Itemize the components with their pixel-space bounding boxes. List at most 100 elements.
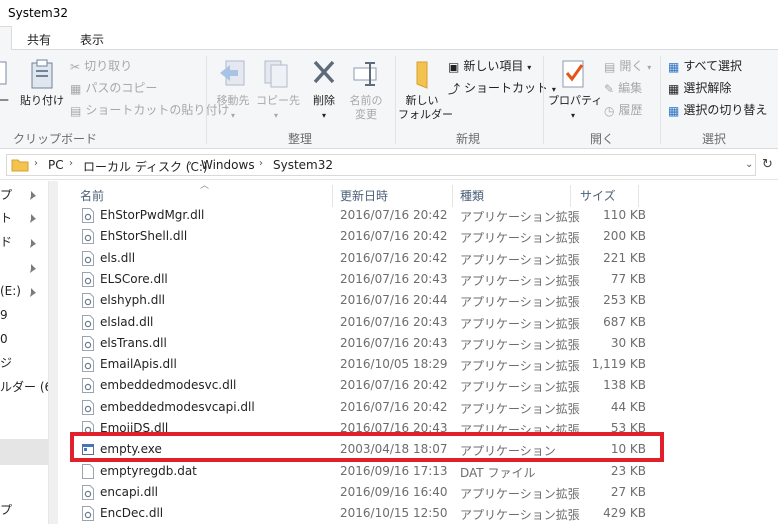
- copy-to-button[interactable]: コピー先 ▾: [256, 58, 300, 123]
- file-name: emptyregdb.dat: [100, 463, 197, 478]
- file-size: 221 KB: [603, 250, 646, 265]
- history-button[interactable]: ◷ 履歴: [604, 100, 643, 120]
- scissors-icon: ✂: [70, 59, 81, 74]
- file-row[interactable]: elslad.dll 2016/07/16 20:43 アプリケーション拡張 687 …: [58, 312, 778, 333]
- file-name: elshyph.dll: [100, 293, 165, 308]
- rename-icon: [353, 62, 377, 86]
- file-row[interactable]: EmailApis.dll 2016/10/05 18:29 アプリケーション拡張 1…: [58, 354, 778, 375]
- tab-home-stub[interactable]: [0, 26, 12, 51]
- file-list: ︿ 名前 更新日時 種類 サイズ EhStorPwdMgr.dll 2016/07…: [58, 181, 778, 524]
- refresh-icon[interactable]: ↻: [762, 157, 773, 172]
- file-row[interactable]: EhStorPwdMgr.dll 2016/07/16 20:42 アプリケーション…: [58, 205, 778, 226]
- pin-icon[interactable]: [28, 287, 38, 297]
- file-type: アプリケーション拡張: [460, 401, 580, 416]
- paste-icon: [31, 59, 53, 89]
- invert-selection-button[interactable]: ▦ 選択の切り替え: [668, 100, 767, 120]
- nav-item[interactable]: ルダー (6): [0, 376, 48, 398]
- column-divider[interactable]: [452, 185, 453, 207]
- pin-icon[interactable]: [28, 238, 38, 248]
- column-header-size[interactable]: サイズ: [580, 187, 616, 204]
- file-row[interactable]: embeddedmodesvc.dll 2016/07/16 20:42 アプリケー…: [58, 375, 778, 396]
- address-field[interactable]: › PC › ローカル ディスク (C:) › Windows › System…: [6, 154, 756, 176]
- breadcrumb-windows[interactable]: Windows: [201, 158, 255, 172]
- chevron-down-icon[interactable]: ⌄: [745, 159, 753, 170]
- column-divider[interactable]: [570, 185, 571, 207]
- select-all-button[interactable]: ▦ すべて選択: [668, 56, 742, 76]
- file-row[interactable]: elshyph.dll 2016/07/16 20:44 アプリケーション拡張 253…: [58, 290, 778, 311]
- file-size: 138 KB: [603, 378, 646, 393]
- file-row[interactable]: ELSCore.dll 2016/07/16 20:43 アプリケーション拡張 77 …: [58, 269, 778, 290]
- copy-to-icon: [264, 60, 288, 88]
- column-divider[interactable]: [638, 185, 639, 207]
- select-none-button[interactable]: ▦ 選択解除: [668, 78, 731, 98]
- file-size: 429 KB: [603, 506, 646, 521]
- file-type: アプリケーション拡張: [460, 295, 580, 310]
- nav-item-selected[interactable]: [0, 439, 48, 465]
- file-size: 30 KB: [610, 335, 646, 350]
- copy-path-button[interactable]: ▦ パスのコピー: [70, 78, 157, 98]
- file-type: アプリケーション拡張: [460, 252, 580, 267]
- tab-view[interactable]: 表示: [80, 31, 104, 48]
- file-type: アプリケーション拡張: [460, 508, 580, 523]
- nav-item[interactable]: ト: [0, 207, 12, 229]
- shortcut-button[interactable]: ⤴ ショートカット ▾: [448, 78, 556, 98]
- nav-scrollbar[interactable]: [48, 181, 58, 524]
- dll-file-icon: [82, 506, 94, 522]
- pin-icon[interactable]: [28, 190, 38, 200]
- open-icon: ▤: [604, 59, 616, 74]
- folder-icon: [416, 61, 428, 89]
- nav-item[interactable]: 9: [0, 304, 8, 326]
- file-type: アプリケーション拡張: [460, 380, 580, 395]
- rename-button[interactable]: 名前の 変更: [346, 58, 386, 122]
- paste-button[interactable]: 貼り付け: [20, 58, 64, 108]
- edit-button[interactable]: ✎ 編集: [604, 78, 642, 98]
- properties-button[interactable]: プロパティ ▾: [548, 58, 602, 123]
- breadcrumb-separator-icon: ›: [188, 158, 192, 169]
- file-row[interactable]: encapi.dll 2016/09/16 16:40 アプリケーション拡張 27 K…: [58, 482, 778, 503]
- cut-button[interactable]: ✂ 切り取り: [70, 56, 132, 76]
- file-date: 2016/10/05 18:29: [340, 357, 448, 372]
- nav-item[interactable]: プ: [0, 184, 12, 206]
- file-row[interactable]: elsTrans.dll 2016/07/16 20:43 アプリケーション拡張 30…: [58, 333, 778, 354]
- copy-button[interactable]: ー: [0, 58, 12, 108]
- file-row[interactable]: els.dll 2016/07/16 20:42 アプリケーション拡張 221 KB: [58, 248, 778, 269]
- delete-button[interactable]: 削除 ▾: [306, 58, 342, 123]
- column-header-name[interactable]: 名前: [80, 187, 104, 204]
- new-item-icon: ▣: [448, 59, 460, 74]
- dll-file-icon: [82, 399, 94, 415]
- history-icon: ◷: [604, 103, 615, 118]
- move-to-icon: [220, 60, 245, 86]
- pin-icon[interactable]: [28, 213, 38, 223]
- file-name: elslad.dll: [100, 314, 154, 329]
- nav-item[interactable]: ジ: [0, 352, 12, 374]
- move-to-button[interactable]: 移動先 ▾: [212, 58, 254, 123]
- copy-icon: [0, 61, 7, 85]
- file-row[interactable]: EncDec.dll 2016/10/15 12:50 アプリケーション拡張 429 …: [58, 503, 778, 524]
- pin-icon[interactable]: [28, 263, 38, 273]
- dll-file-icon: [82, 208, 94, 223]
- breadcrumb-separator-icon: ›: [69, 158, 73, 169]
- chevron-down-icon: ▾: [527, 63, 532, 72]
- file-type: アプリケーション拡張: [460, 273, 580, 288]
- column-header-date[interactable]: 更新日時: [340, 187, 388, 204]
- column-divider[interactable]: [332, 185, 333, 207]
- chevron-down-icon: ▾: [321, 111, 326, 120]
- tab-share[interactable]: 共有: [27, 31, 51, 48]
- invert-selection-icon: ▦: [668, 103, 680, 118]
- file-date: 2016/10/15 12:50: [340, 506, 448, 521]
- group-label-open: 開く: [589, 132, 614, 146]
- navigation-pane: プ ト ド (E:) 9 0 ジ ルダー (6) プ: [0, 181, 48, 524]
- new-folder-button[interactable]: 新しい フォルダー: [398, 58, 453, 122]
- nav-item[interactable]: ド: [0, 231, 12, 253]
- open-button[interactable]: ▤ 開く ▾: [604, 56, 651, 76]
- new-item-button[interactable]: ▣ 新しい項目 ▾: [448, 56, 531, 76]
- nav-item[interactable]: (E:): [0, 280, 21, 302]
- breadcrumb-system32[interactable]: System32: [273, 158, 333, 172]
- nav-item[interactable]: プ: [0, 499, 12, 521]
- file-row[interactable]: embeddedmodesvcapi.dll 2016/07/16 20:42 アプ…: [58, 397, 778, 418]
- file-row[interactable]: emptyregdb.dat 2016/09/16 17:13 DAT ファイル 23…: [58, 461, 778, 482]
- breadcrumb-pc[interactable]: PC: [48, 158, 64, 172]
- file-row[interactable]: EhStorShell.dll 2016/07/16 20:42 アプリケーション拡…: [58, 226, 778, 247]
- column-header-type[interactable]: 種類: [460, 187, 484, 204]
- nav-item[interactable]: 0: [0, 328, 8, 350]
